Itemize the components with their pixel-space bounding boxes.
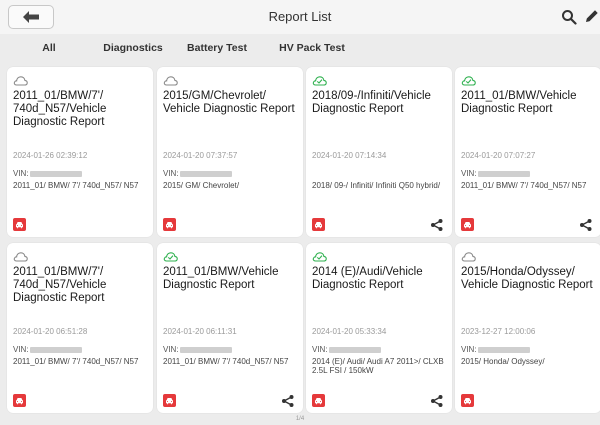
vin-label: VIN: [312, 345, 328, 354]
report-card[interactable]: 2011_01/BMW/Vehicle Diagnostic Report 202… [157, 243, 303, 413]
vin-row: VIN: [163, 169, 232, 178]
cloud-icon [13, 252, 28, 262]
car-icon [461, 394, 474, 407]
vin-row: VIN: [461, 345, 530, 354]
report-name: 2018/09-/Infiniti/Vehicle Diagnostic Rep… [312, 90, 431, 115]
tab-bar: All Diagnostics Battery Test HV Pack Tes… [0, 36, 600, 60]
cloud-check-icon [312, 252, 327, 262]
tab-battery-test[interactable]: Battery Test [172, 36, 262, 60]
cloud-check-icon [461, 76, 476, 86]
report-card[interactable]: 2015/GM/Chevrolet/ Vehicle Diagnostic Re… [157, 67, 303, 237]
cloud-icon [13, 76, 28, 86]
page-title: Report List [268, 9, 332, 24]
vin-label: VIN: [163, 345, 179, 354]
vehicle-path: 2011_01/ BMW/ 7'/ 740d_N57/ N57 [13, 181, 139, 190]
vin-label: VIN: [13, 169, 29, 178]
report-name: 2011_01/BMW/7'/ 740d_N57/Vehicle Diagnos… [13, 266, 107, 304]
vin-value-redacted [179, 170, 232, 177]
vin-value-redacted [179, 346, 232, 353]
share-icon[interactable] [281, 394, 295, 408]
vin-row: VIN: [461, 169, 530, 178]
vehicle-path: 2011_01/ BMW/ 7'/ 740d_N57/ N57 [163, 357, 289, 366]
vehicle-path: 2011_01/ BMW/ 7'/ 740d_N57/ N57 [461, 181, 587, 190]
share-icon[interactable] [430, 394, 444, 408]
report-date: 2024-01-20 05:33:34 [312, 327, 387, 336]
vin-label: VIN: [163, 169, 179, 178]
report-date: 2023-12-27 12:00:06 [461, 327, 536, 336]
report-date: 2024-01-20 07:07:27 [461, 151, 536, 160]
report-name: 2011_01/BMW/7'/ 740d_N57/Vehicle Diagnos… [13, 90, 107, 128]
vehicle-path: 2011_01/ BMW/ 7'/ 740d_N57/ N57 [13, 357, 139, 366]
page-indicator: 1/4 [295, 416, 305, 422]
vin-label: VIN: [461, 169, 477, 178]
vin-value-redacted [477, 346, 530, 353]
vin-row: VIN: [163, 345, 232, 354]
report-date: 2024-01-20 07:37:57 [163, 151, 238, 160]
vehicle-path: 2018/ 09-/ Infiniti/ Infiniti Q50 hybrid… [312, 181, 441, 190]
car-icon [13, 218, 26, 231]
report-card[interactable]: 2015/Honda/Odyssey/ Vehicle Diagnostic R… [455, 243, 600, 413]
top-bar: Report List [0, 0, 600, 34]
car-icon [461, 218, 474, 231]
car-icon [13, 394, 26, 407]
report-card[interactable]: 2011_01/BMW/Vehicle Diagnostic Report 202… [455, 67, 600, 237]
vehicle-path: 2015/ Honda/ Odyssey/ [461, 357, 545, 366]
vin-value-redacted [29, 346, 82, 353]
report-card[interactable]: 2014 (E)/Audi/Vehicle Diagnostic Report 2… [306, 243, 452, 413]
tab-hv-pack-test[interactable]: HV Pack Test [262, 36, 362, 60]
cloud-check-icon [163, 252, 178, 262]
tab-all[interactable]: All [4, 36, 94, 60]
vin-value-redacted [29, 170, 82, 177]
report-date: 2024-01-20 07:14:34 [312, 151, 387, 160]
share-icon[interactable] [430, 218, 444, 232]
car-icon [163, 218, 176, 231]
report-grid: 2011_01/BMW/7'/ 740d_N57/Vehicle Diagnos… [7, 67, 600, 413]
car-icon [312, 218, 325, 231]
cloud-check-icon [312, 76, 327, 86]
cloud-icon [461, 252, 476, 262]
share-icon[interactable] [579, 218, 593, 232]
vin-row: VIN: [312, 345, 381, 354]
report-name: 2015/Honda/Odyssey/ Vehicle Diagnostic R… [461, 266, 593, 291]
report-card[interactable]: 2011_01/BMW/7'/ 740d_N57/Vehicle Diagnos… [7, 67, 153, 237]
report-name: 2014 (E)/Audi/Vehicle Diagnostic Report [312, 266, 423, 291]
vin-row: VIN: [13, 169, 82, 178]
report-date: 2024-01-20 06:11:31 [163, 327, 237, 336]
edit-icon[interactable] [584, 8, 600, 24]
vin-label: VIN: [13, 345, 29, 354]
vin-value-redacted [477, 170, 530, 177]
report-date: 2024-01-20 06:51:28 [13, 327, 88, 336]
car-icon [312, 394, 325, 407]
report-name: 2015/GM/Chevrolet/ Vehicle Diagnostic Re… [163, 90, 295, 115]
vin-label: VIN: [461, 345, 477, 354]
vin-value-redacted [328, 346, 381, 353]
report-card[interactable]: 2011_01/BMW/7'/ 740d_N57/Vehicle Diagnos… [7, 243, 153, 413]
vehicle-path: 2015/ GM/ Chevrolet/ [163, 181, 240, 190]
vin-row: VIN: [13, 345, 82, 354]
vehicle-path: 2014 (E)/ Audi/ Audi A7 2011>/ CLXB 2.5L… [312, 357, 444, 375]
cloud-icon [163, 76, 178, 86]
report-card[interactable]: 2018/09-/Infiniti/Vehicle Diagnostic Rep… [306, 67, 452, 237]
car-icon [163, 394, 176, 407]
report-name: 2011_01/BMW/Vehicle Diagnostic Report [163, 266, 279, 291]
report-name: 2011_01/BMW/Vehicle Diagnostic Report [461, 90, 577, 115]
search-icon[interactable] [561, 9, 577, 25]
report-date: 2024-01-26 02:39:12 [13, 151, 88, 160]
tab-diagnostics[interactable]: Diagnostics [94, 36, 172, 60]
